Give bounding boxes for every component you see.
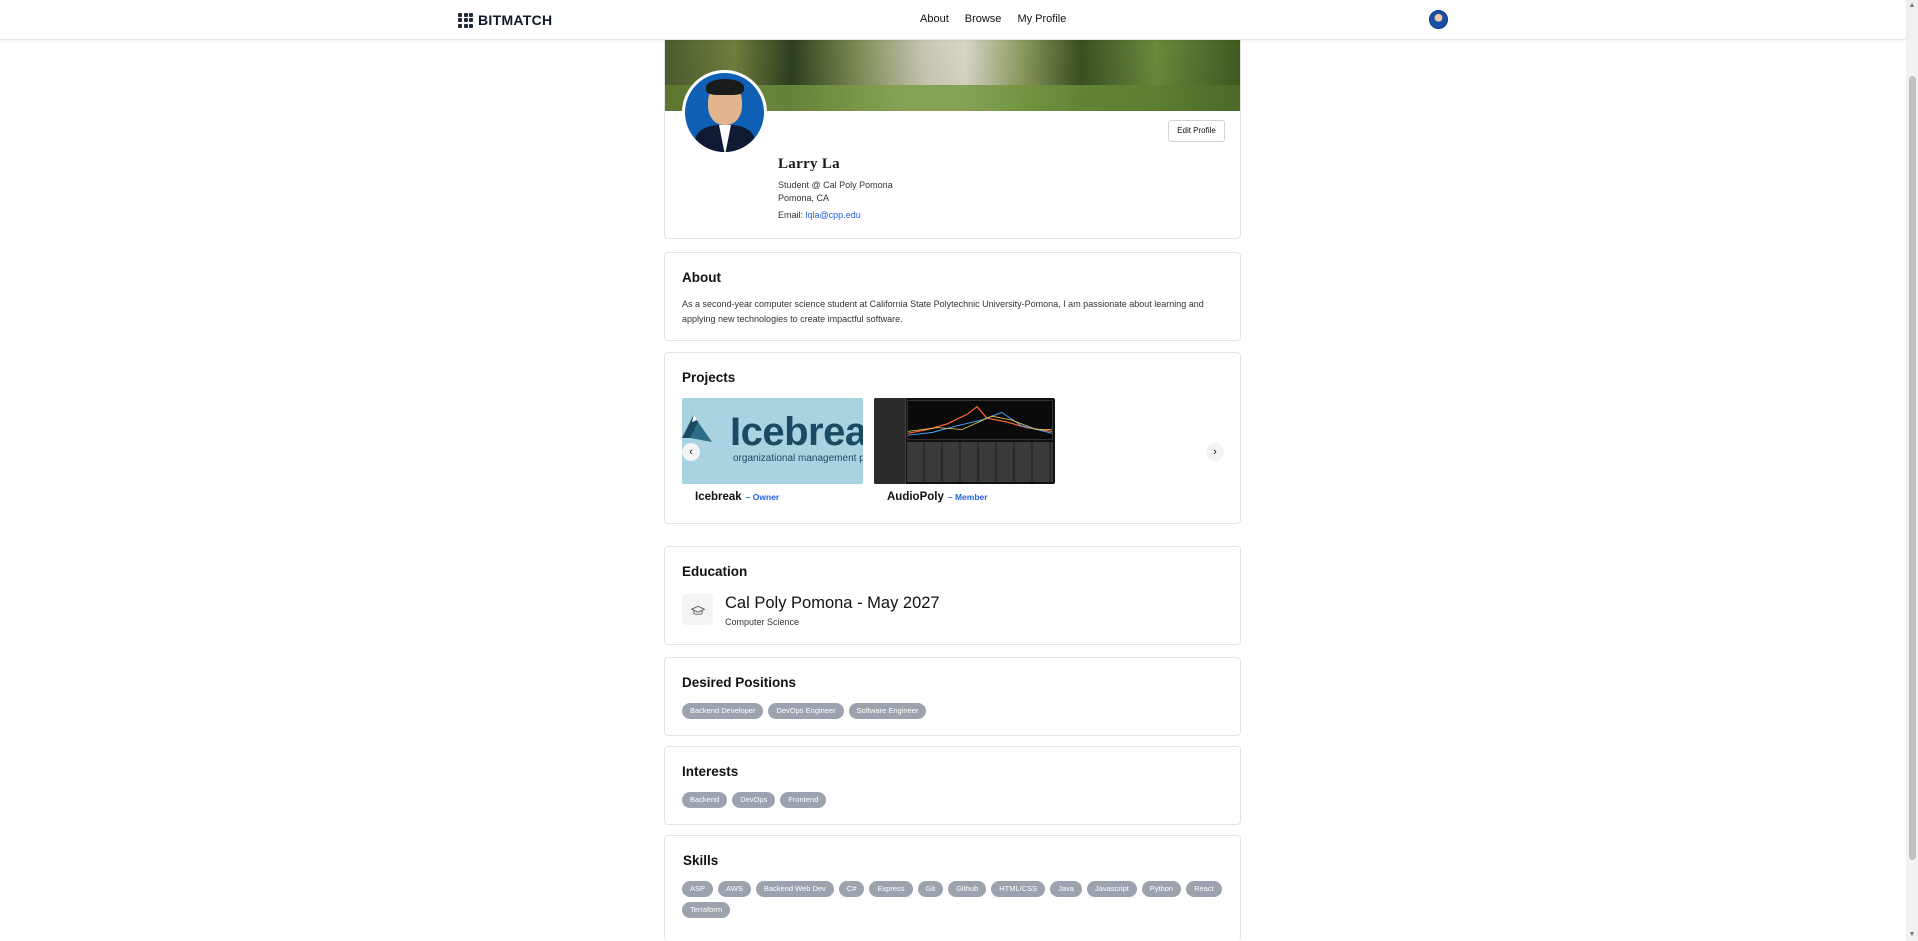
projects-heading: Projects (682, 370, 736, 385)
skill-tag: Java (1050, 881, 1082, 897)
position-tag: Software Engineer (848, 703, 927, 719)
skills-card: Skills ASP AWS Backend Web Dev C# Expres… (664, 835, 1241, 941)
skills-list: ASP AWS Backend Web Dev C# Express Git G… (682, 881, 1227, 918)
skill-tag: C# (838, 881, 865, 897)
graduation-cap-icon (682, 594, 713, 625)
profile-avatar (682, 70, 767, 155)
icebreak-logo-subtitle: organizational management plat (733, 453, 863, 464)
top-nav: BITMATCH About Browse My Profile (0, 0, 1906, 40)
iceberg-logo-icon (682, 414, 712, 442)
project-role: – Member (947, 492, 988, 502)
position-tag: DevOps Engineer (768, 703, 844, 719)
carousel-next-button[interactable]: › (1206, 443, 1224, 461)
about-heading: About (682, 270, 721, 285)
profile-name: Larry La (778, 156, 840, 172)
profile-location: Pomona, CA (778, 193, 830, 203)
education-heading: Education (682, 564, 748, 579)
scrollbar-thumb[interactable] (1909, 76, 1916, 860)
project-thumbnail-audiopoly[interactable] (874, 398, 1055, 484)
nav-link-about[interactable]: About (920, 13, 949, 25)
nav-links: About Browse My Profile (920, 13, 1066, 25)
projects-card: Projects Icebrea organizational manageme… (664, 352, 1241, 524)
project-title-audiopoly[interactable]: AudioPoly – Member (887, 491, 988, 503)
skill-tag: Terraform (682, 902, 731, 918)
interest-tag: Backend (682, 792, 728, 808)
email-link[interactable]: lqla@cpp.edu (806, 210, 861, 220)
project-name: Icebreak (695, 491, 742, 503)
skill-tag: Backend Web Dev (755, 881, 834, 897)
education-major: Computer Science (725, 617, 800, 627)
desired-positions-heading: Desired Positions (682, 675, 797, 690)
grid-logo-icon (458, 12, 473, 28)
skill-tag: HTML/CSS (991, 881, 1046, 897)
interests-heading: Interests (682, 764, 739, 779)
brand-name: BITMATCH (478, 12, 553, 28)
position-tag: Backend Developer (682, 703, 764, 719)
carousel-prev-button[interactable]: ‹ (682, 443, 700, 461)
scroll-down-arrow-icon[interactable]: ▼ (1908, 931, 1916, 939)
project-name: AudioPoly (887, 491, 944, 503)
profile-email-row: Email: lqla@cpp.edu (778, 210, 861, 220)
about-card: About As a second-year computer science … (664, 252, 1241, 341)
email-label: Email: (778, 210, 804, 220)
icebreak-logo-word: Icebrea (730, 410, 863, 454)
nav-link-my-profile[interactable]: My Profile (1017, 13, 1066, 25)
skill-tag: Git (917, 881, 944, 897)
skill-tag: ASP (682, 881, 714, 897)
interest-tag: DevOps (732, 792, 776, 808)
project-role: – Owner (745, 492, 780, 502)
user-avatar-menu[interactable] (1429, 10, 1448, 29)
skill-tag: AWS (718, 881, 751, 897)
interests-card: Interests Backend DevOps Frontend (664, 746, 1241, 825)
skill-tag: Github (948, 881, 987, 897)
profile-title: Student @ Cal Poly Pomona (778, 180, 893, 190)
education-card: Education Cal Poly Pomona - May 2027 Com… (664, 546, 1241, 645)
skill-tag: Express (869, 881, 913, 897)
scroll-up-arrow-icon[interactable]: ▲ (1908, 2, 1916, 10)
skills-heading: Skills (683, 853, 719, 868)
audio-spectrum-graph (907, 400, 1053, 440)
profile-card: Edit Profile Larry La Student @ Cal Poly… (664, 40, 1241, 239)
nav-link-browse[interactable]: Browse (965, 13, 1002, 25)
interest-tag: Frontend (780, 792, 827, 808)
skill-tag: Javascript (1086, 881, 1137, 897)
desired-positions-list: Backend Developer DevOps Engineer Softwa… (682, 703, 1227, 719)
skill-tag: React (1186, 881, 1222, 897)
about-text: As a second-year computer science studen… (682, 299, 1204, 324)
education-school: Cal Poly Pomona - May 2027 (725, 594, 940, 612)
brand-logo[interactable]: BITMATCH (458, 12, 552, 28)
skill-tag: Python (1141, 881, 1182, 897)
edit-profile-button[interactable]: Edit Profile (1168, 120, 1225, 142)
desired-positions-card: Desired Positions Backend Developer DevO… (664, 657, 1241, 736)
page-scrollbar[interactable]: ▲ ▼ (1906, 0, 1918, 941)
interests-list: Backend DevOps Frontend (682, 792, 1227, 808)
project-title-icebreak[interactable]: Icebreak – Owner (695, 491, 779, 503)
project-thumbnail-icebreak[interactable]: Icebrea organizational management plat (682, 398, 863, 484)
